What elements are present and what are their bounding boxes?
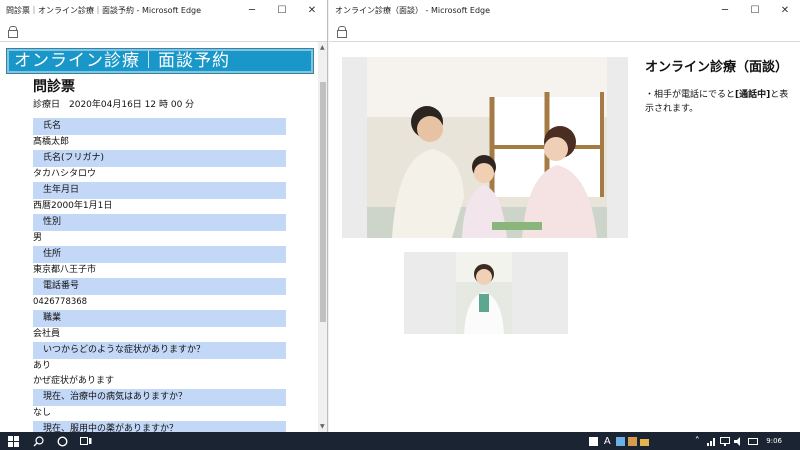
field-label: 性別 [33,214,286,231]
left-minimize-button[interactable]: ─ [237,0,267,20]
ime-indicator[interactable]: A [600,432,614,450]
left-title-bar[interactable]: 問診票｜オンライン診療｜面談予約 - Microsoft Edge ─ ☐ ✕ [0,0,327,20]
right-browser-window: オンライン診療（面談） - Microsoft Edge ─ ☐ ✕ オンライン… [329,0,800,432]
right-minimize-button[interactable]: ─ [710,0,740,20]
field-label: 職業 [33,310,286,327]
field-value: なし [33,408,52,418]
field-value: 男 [33,233,43,243]
field-value: 会社員 [33,329,61,339]
left-scrollbar[interactable]: ▲ ▼ [318,42,327,432]
doctor-photo-image [456,252,512,334]
field-label: 生年月日 [33,182,286,199]
cortana-icon[interactable] [50,432,74,450]
field-label: 電話番号 [33,278,286,295]
field-label: 住所 [33,246,286,263]
remote-video [342,57,628,238]
field-label: 現在、治療中の病気はありますか？ [33,389,286,406]
monitor-icon[interactable] [718,432,732,450]
field-label: 氏名(フリガナ) [33,150,286,167]
chevron-up-icon[interactable]: ˄ [690,432,704,450]
left-address-bar[interactable] [0,20,327,42]
field-value: 東京都八王子市 [33,265,97,275]
consult-date: 診療日 2020年04月16日 12 時 00 分 [33,100,195,110]
questionnaire-fields: 氏名髙橋太郎氏名(フリガナ) タカハシタロウ生年月日西暦2000年1月1日性別男住… [33,118,286,432]
scrollbar-thumb[interactable] [320,82,326,322]
right-maximize-button[interactable]: ☐ [740,0,770,20]
lock-icon [8,25,18,38]
consult-description: ・相手が電話にでると[通話中]と表示されます。 [645,88,795,116]
windows-logo-icon[interactable] [0,432,26,450]
taskbar-clock[interactable]: 9:06 [760,437,800,445]
right-close-button[interactable]: ✕ [770,0,800,20]
field-value: タカハシタロウ [33,169,97,179]
folder-icon[interactable] [638,432,650,450]
family-photo-image [367,57,607,238]
search-icon[interactable] [26,432,50,450]
desc-status: [通話中] [735,90,771,100]
field-value: 0426778368 [33,297,88,307]
left-browser-window: 問診票｜オンライン診療｜面談予約 - Microsoft Edge ─ ☐ ✕ … [0,0,328,432]
right-window-title: オンライン診療（面談） - Microsoft Edge [335,5,491,15]
note-icon[interactable] [614,432,626,450]
scroll-up-icon[interactable]: ▲ [320,44,325,51]
left-page-content: オンライン診療｜面談予約 問診票 診療日 2020年04月16日 12 時 00… [0,42,318,432]
network-icon[interactable] [704,432,718,450]
left-close-button[interactable]: ✕ [297,0,327,20]
field-value: かぜ症状があります [33,376,115,386]
keyboard-icon[interactable] [746,432,760,450]
scroll-down-icon[interactable]: ▼ [320,423,325,430]
field-value: 髙橋太郎 [33,137,70,147]
system-tray: A ˄ 9:06 [587,432,800,450]
app-icon[interactable] [587,432,600,450]
right-address-bar[interactable] [329,20,800,42]
task-view-icon[interactable] [74,432,98,450]
field-value: あり [33,361,52,371]
local-video [404,252,568,334]
taskbar: A ˄ 9:06 [0,432,800,450]
desc-prefix: ・相手が電話にでると [645,90,736,100]
field-label: 氏名 [33,118,286,135]
volume-icon[interactable] [732,432,746,450]
lock-icon [337,25,347,38]
right-page-content: オンライン診療（面談） ・相手が電話にでると[通話中]と表示されます。 [329,42,800,432]
page-title: 問診票 [33,79,75,95]
site-banner: オンライン診療｜面談予約 [6,48,314,74]
field-label: いつからどのような症状がありますか？ [33,342,286,359]
left-maximize-button[interactable]: ☐ [267,0,297,20]
right-title-bar[interactable]: オンライン診療（面談） - Microsoft Edge ─ ☐ ✕ [329,0,800,20]
field-value: 西暦2000年1月1日 [33,201,113,211]
consult-heading: オンライン診療（面談） [645,60,789,75]
store-icon[interactable] [626,432,638,450]
left-window-title: 問診票｜オンライン診療｜面談予約 - Microsoft Edge [6,5,202,15]
field-label: 現在、服用中の薬がありますか？ [33,421,286,432]
